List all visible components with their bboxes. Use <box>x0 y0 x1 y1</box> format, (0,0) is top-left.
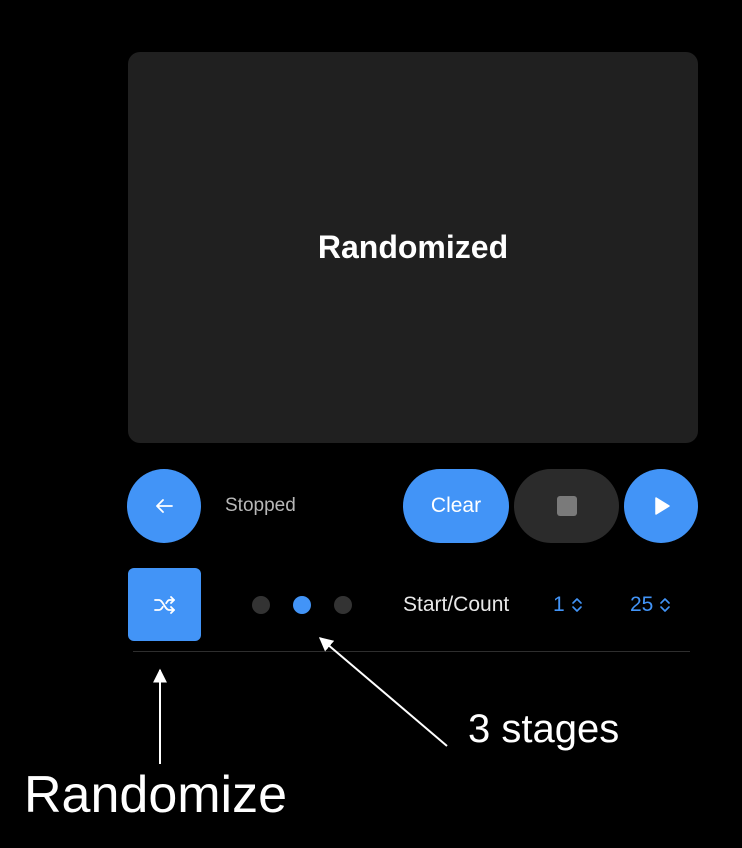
randomize-annotation: Randomize <box>24 766 288 824</box>
annotation-arrows <box>153 637 448 764</box>
stages-annotation: 3 stages <box>468 707 620 751</box>
stages-arrow <box>318 637 448 747</box>
